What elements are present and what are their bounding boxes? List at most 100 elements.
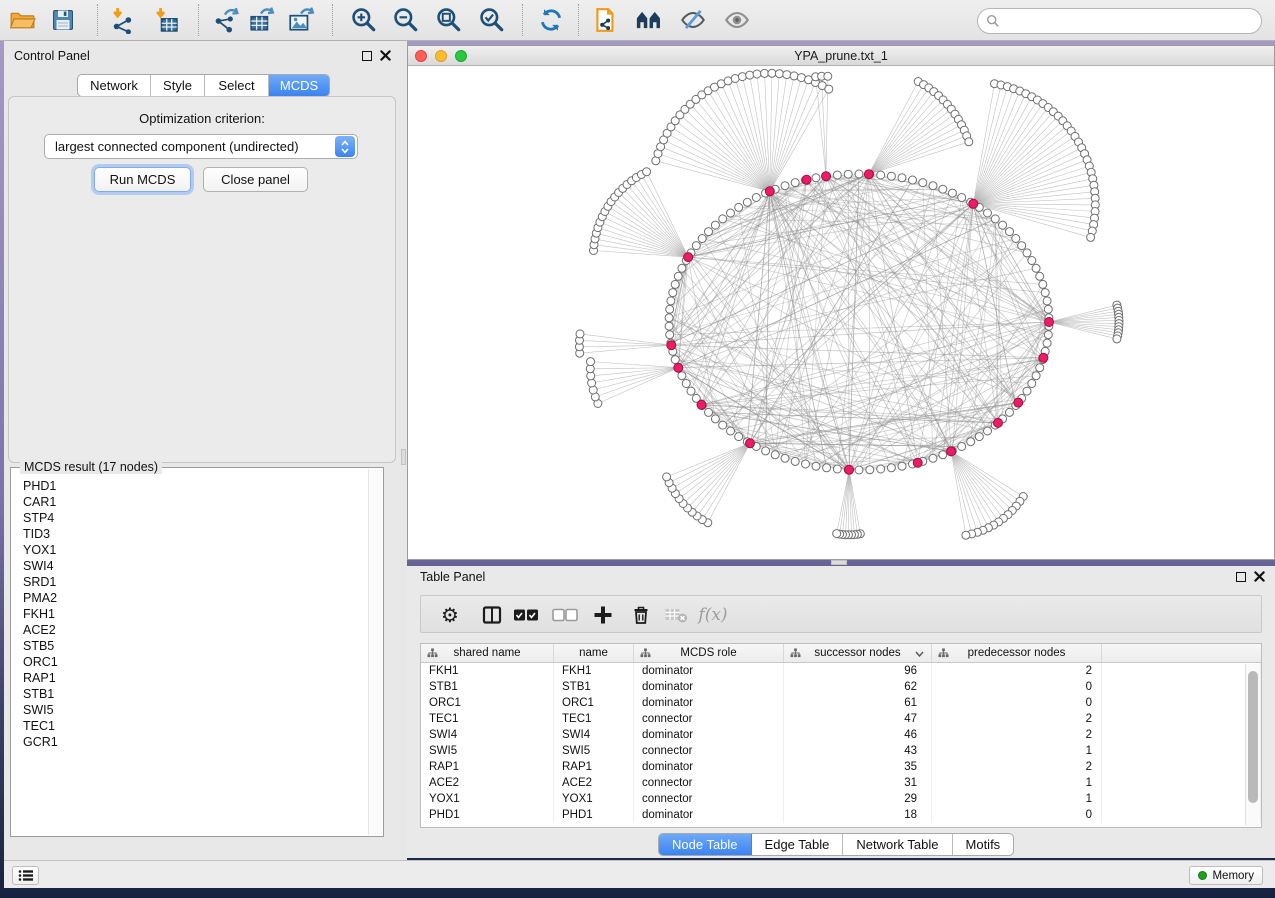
tab-edge-table[interactable]: Edge Table <box>752 834 844 855</box>
table-cell[interactable]: dominator <box>634 679 784 695</box>
table-cell[interactable]: SWI4 <box>554 727 634 743</box>
export-network-button[interactable] <box>209 3 243 37</box>
mcds-result-item[interactable]: SWI5 <box>12 702 368 718</box>
mcds-result-item[interactable]: SWI4 <box>12 558 368 574</box>
mcds-result-item[interactable]: FKH1 <box>12 606 368 622</box>
table-cell[interactable] <box>1102 775 1261 791</box>
table-cell[interactable]: FKH1 <box>421 663 554 679</box>
tab-select[interactable]: Select <box>205 75 269 96</box>
vertical-splitter-handle[interactable] <box>401 449 406 465</box>
network-canvas[interactable] <box>408 66 1274 559</box>
table-cell[interactable]: connector <box>634 711 784 727</box>
table-cell[interactable]: STB1 <box>554 679 634 695</box>
horizontal-splitter-handle[interactable] <box>831 560 847 565</box>
refresh-button[interactable] <box>534 3 568 37</box>
table-cell[interactable]: dominator <box>634 807 784 823</box>
import-table-button[interactable] <box>149 3 183 37</box>
mcds-result-item[interactable]: YOX1 <box>12 542 368 558</box>
table-row[interactable]: FKH1FKH1dominator962 <box>421 663 1261 679</box>
table-cell[interactable]: SWI5 <box>554 743 634 759</box>
function-builder-button[interactable]: f(x) <box>697 599 729 631</box>
table-cell[interactable]: 0 <box>932 695 1102 711</box>
table-cell[interactable]: SWI4 <box>421 727 554 743</box>
optimization-criterion-dropdown[interactable]: largest connected component (undirected) <box>44 134 358 159</box>
table-row[interactable]: SWI5SWI5connector431 <box>421 743 1261 759</box>
mcds-result-list[interactable]: PHD1CAR1STP4TID3YOX1SWI4SRD1PMA2FKH1ACE2… <box>12 478 368 835</box>
table-row[interactable]: PHD1PHD1dominator180 <box>421 807 1261 823</box>
delete-table-button[interactable] <box>660 599 692 631</box>
save-session-button[interactable] <box>46 3 80 37</box>
table-cell[interactable]: TEC1 <box>554 711 634 727</box>
close-panel-icon[interactable] <box>380 50 391 61</box>
table-cell[interactable] <box>1102 807 1261 823</box>
table-cell[interactable] <box>1102 695 1261 711</box>
mcds-list-scrollbar[interactable] <box>368 469 382 835</box>
table-cell[interactable] <box>1102 711 1261 727</box>
table-cell[interactable]: PHD1 <box>421 807 554 823</box>
table-cell[interactable] <box>1102 679 1261 695</box>
table-cell[interactable]: dominator <box>634 759 784 775</box>
table-cell[interactable]: 62 <box>784 679 932 695</box>
table-cell[interactable] <box>1102 663 1261 679</box>
tab-node-table[interactable]: Node Table <box>659 834 752 855</box>
show-hidden-button[interactable] <box>720 3 754 37</box>
table-cell[interactable]: 2 <box>932 727 1102 743</box>
mcds-result-item[interactable]: CAR1 <box>12 494 368 510</box>
table-cell[interactable]: connector <box>634 775 784 791</box>
table-cell[interactable]: STB1 <box>421 679 554 695</box>
table-cell[interactable]: 2 <box>932 759 1102 775</box>
table-scrollbar-thumb[interactable] <box>1248 671 1258 803</box>
table-cell[interactable]: dominator <box>634 727 784 743</box>
table-cell[interactable]: 0 <box>932 807 1102 823</box>
mcds-result-item[interactable]: PHD1 <box>12 478 368 494</box>
table-cell[interactable]: 1 <box>932 775 1102 791</box>
table-row[interactable]: ORC1ORC1dominator610 <box>421 695 1261 711</box>
table-cell[interactable]: 43 <box>784 743 932 759</box>
table-cell[interactable]: FKH1 <box>554 663 634 679</box>
network-graph[interactable] <box>408 66 1274 559</box>
tab-network-table[interactable]: Network Table <box>843 834 952 855</box>
mcds-result-item[interactable]: STB5 <box>12 638 368 654</box>
table-cell[interactable]: dominator <box>634 695 784 711</box>
table-cell[interactable] <box>1102 727 1261 743</box>
table-row[interactable]: RAP1RAP1dominator352 <box>421 759 1261 775</box>
close-window-icon[interactable] <box>415 50 427 62</box>
column-header-successor-nodes[interactable]: successor nodes <box>784 644 932 662</box>
search-input[interactable] <box>1005 11 1261 31</box>
hide-selected-button[interactable] <box>676 3 710 37</box>
table-cell[interactable]: TEC1 <box>421 711 554 727</box>
table-settings-button[interactable]: ⚙ <box>434 599 466 631</box>
import-network-button[interactable] <box>106 3 140 37</box>
column-header-shared-name[interactable]: shared name <box>421 644 554 662</box>
first-neighbors-button[interactable] <box>632 3 666 37</box>
mcds-result-item[interactable]: TEC1 <box>12 718 368 734</box>
table-cell[interactable]: 2 <box>932 711 1102 727</box>
table-cell[interactable]: ACE2 <box>421 775 554 791</box>
table-cell[interactable]: 1 <box>932 791 1102 807</box>
column-header-predecessor-nodes[interactable]: predecessor nodes <box>932 644 1102 662</box>
share-network-button[interactable] <box>589 3 623 37</box>
show-log-button[interactable] <box>12 866 39 885</box>
open-file-button[interactable] <box>5 3 39 37</box>
mcds-result-item[interactable]: ACE2 <box>12 622 368 638</box>
vertical-splitter[interactable] <box>400 41 407 860</box>
export-table-button[interactable] <box>245 3 279 37</box>
table-cell[interactable]: 35 <box>784 759 932 775</box>
show-column-panel-button[interactable] <box>476 599 508 631</box>
table-cell[interactable] <box>1102 743 1261 759</box>
table-cell[interactable]: 29 <box>784 791 932 807</box>
mcds-result-item[interactable]: ORC1 <box>12 654 368 670</box>
add-column-button[interactable] <box>587 599 619 631</box>
column-header-mcds-role[interactable]: MCDS role <box>634 644 784 662</box>
tab-motifs[interactable]: Motifs <box>953 834 1014 855</box>
mcds-result-item[interactable]: GCR1 <box>12 734 368 750</box>
memory-button[interactable]: Memory <box>1189 866 1263 885</box>
table-cell[interactable] <box>1102 791 1261 807</box>
table-row[interactable]: TEC1TEC1connector472 <box>421 711 1261 727</box>
tab-mcds[interactable]: MCDS <box>269 75 329 96</box>
zoom-fit-button[interactable] <box>432 3 466 37</box>
mcds-result-item[interactable]: TID3 <box>12 526 368 542</box>
table-cell[interactable]: 0 <box>932 679 1102 695</box>
mcds-result-item[interactable]: SRD1 <box>12 574 368 590</box>
float-table-panel-icon[interactable] <box>1236 572 1246 582</box>
